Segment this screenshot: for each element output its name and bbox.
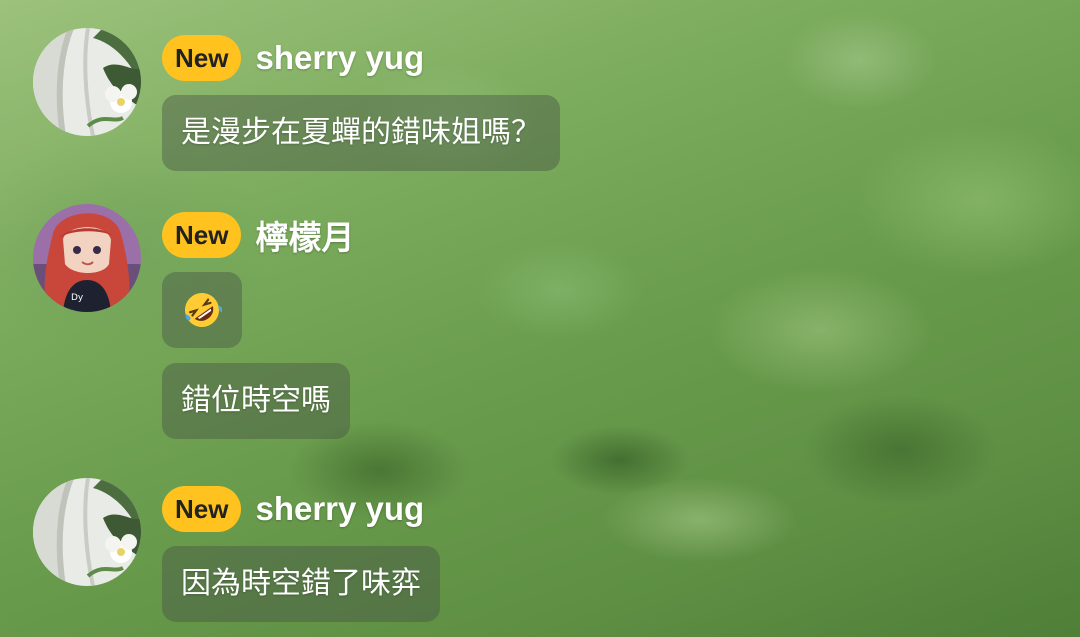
new-badge: New [162, 35, 242, 81]
anime-girl-avatar-icon: Dy [33, 204, 141, 312]
flower-character-avatar-icon [33, 28, 141, 136]
rolling-on-floor-laughing-emoji-icon [185, 293, 222, 327]
message-header: New sherry yug [162, 34, 424, 82]
chat-background: New sherry yug 是漫步在夏蟬的錯味姐嗎？ Dy New 檸檬月 錯… [0, 0, 1080, 637]
message-header: New sherry yug [162, 485, 424, 533]
new-badge: New [162, 486, 242, 532]
new-badge: New [162, 212, 242, 258]
emoji-bubble [162, 272, 242, 348]
message-header: New 檸檬月 [162, 211, 354, 259]
avatar[interactable]: Dy [33, 204, 141, 312]
avatar[interactable] [33, 28, 141, 136]
username[interactable]: 檸檬月 [255, 211, 354, 259]
message-bubble: 錯位時空嗎 [162, 363, 350, 439]
svg-text:Dy: Dy [71, 293, 84, 303]
avatar[interactable] [33, 478, 141, 586]
message-bubble: 因為時空錯了味弈 [162, 546, 440, 622]
username[interactable]: sherry yug [255, 490, 424, 528]
username[interactable]: sherry yug [255, 39, 424, 77]
flower-character-avatar-icon [33, 478, 141, 586]
message-bubble: 是漫步在夏蟬的錯味姐嗎？ [162, 95, 560, 171]
